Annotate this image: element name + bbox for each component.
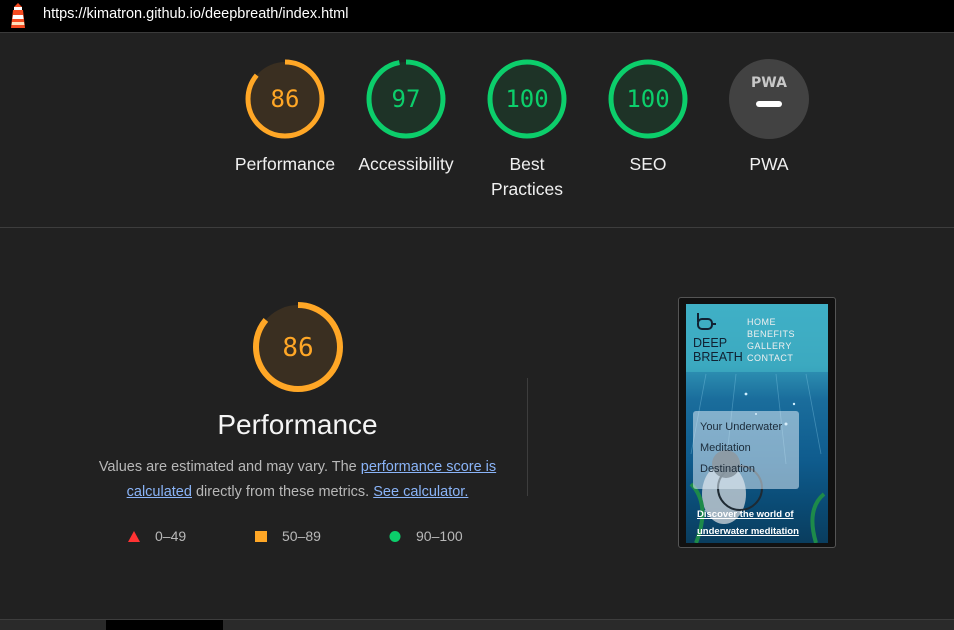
legend-fail-range: 0–49 (155, 528, 187, 544)
nav-home: HOME (747, 317, 776, 327)
screenshot-discover-link: Discover the world of underwater meditat… (697, 509, 799, 537)
card-line-3: Destination (700, 463, 756, 475)
gauge-accessibility[interactable]: 97 Accessibility (345, 58, 467, 177)
performance-big-gauge-icon: 86 (252, 302, 343, 392)
gauge-accessibility-label: Accessibility (358, 154, 454, 174)
square-icon (255, 530, 267, 542)
summary-divider (527, 378, 528, 496)
snorkel-mask-icon (697, 313, 716, 330)
gauge-accessibility-ring-icon: 97 (366, 59, 446, 139)
brand-line-2: BREATH (693, 350, 743, 364)
nav-contact: CONTACT (747, 353, 794, 363)
screenshot-nav: HOME BENEFITS GALLERY CONTACT (747, 316, 795, 364)
circle-icon (389, 530, 401, 542)
screenshot-image: DEEP BREATH HOME BENEFITS GALLERY CONTAC… (686, 304, 828, 543)
gauge-best-practices-label: Best Practices (491, 154, 563, 199)
gauge-best-practices[interactable]: 100 Best Practices (466, 58, 588, 202)
card-line-2: Meditation (700, 442, 751, 454)
desc-text-2: directly from these metrics. (191, 484, 374, 500)
pwa-badge-icon: PWA (729, 59, 809, 139)
gauge-best-practices-ring-icon: 100 (487, 59, 567, 139)
gauge-seo-label: SEO (629, 154, 667, 174)
top-bar: https://kimatron.github.io/deepbreath/in… (0, 0, 954, 33)
bottom-bar (0, 619, 954, 630)
gauge-seo[interactable]: 100 SEO (587, 58, 709, 177)
screenshot-header: DEEP BREATH HOME BENEFITS GALLERY CONTAC… (686, 304, 828, 372)
gauge-performance[interactable]: 86 Performance (224, 58, 346, 177)
screenshot-hero-card: Your Underwater Meditation Destination (693, 411, 799, 489)
final-screenshot[interactable]: DEEP BREATH HOME BENEFITS GALLERY CONTAC… (678, 297, 836, 548)
gauge-accessibility-value: 97 (392, 85, 421, 113)
legend-fail: 0–49 (127, 528, 186, 544)
gauge-best-practices-value: 100 (505, 85, 548, 113)
gauge-pwa-label: PWA (749, 154, 789, 174)
screenshot-brand: DEEP BREATH (693, 336, 743, 364)
performance-description: Values are estimated and may vary. The p… (90, 455, 505, 505)
page-url[interactable]: https://kimatron.github.io/deepbreath/in… (43, 6, 348, 22)
nav-benefits: BENEFITS (747, 329, 796, 339)
gauge-performance-label: Performance (234, 154, 336, 174)
pwa-dash-icon (756, 101, 782, 107)
legend-pass: 90–100 (388, 528, 463, 544)
legend-average: 50–89 (254, 528, 321, 544)
triangle-icon (128, 530, 140, 542)
card-line-1: Your Underwater (700, 421, 783, 433)
desc-text-1: Values are estimated and may vary. The (98, 459, 361, 475)
gauge-seo-value: 100 (626, 85, 669, 113)
gauge-performance-value: 86 (271, 85, 300, 113)
legend-pass-range: 90–100 (416, 528, 463, 544)
performance-big-score: 86 (282, 333, 313, 363)
see-calculator-link[interactable]: See calculator. (373, 484, 468, 500)
performance-summary: 86 Performance Values are estimated and … (90, 300, 505, 505)
gauge-seo-ring-icon: 100 (608, 59, 688, 139)
section-divider (0, 227, 954, 228)
gauge-performance-ring-icon: 86 (245, 59, 325, 139)
legend-average-range: 50–89 (282, 528, 321, 544)
nav-gallery: GALLERY (747, 341, 792, 351)
lighthouse-logo-icon (11, 3, 25, 28)
category-gauges: 86 Performance 97 Accessibility 100 Best… (224, 58, 829, 208)
brand-line-1: DEEP (693, 336, 728, 350)
pwa-badge-text: PWA (751, 75, 787, 91)
gauge-pwa[interactable]: PWA PWA (708, 58, 830, 177)
score-legend: 0–49 50–89 90–100 (127, 528, 487, 548)
performance-title: Performance (217, 409, 378, 440)
